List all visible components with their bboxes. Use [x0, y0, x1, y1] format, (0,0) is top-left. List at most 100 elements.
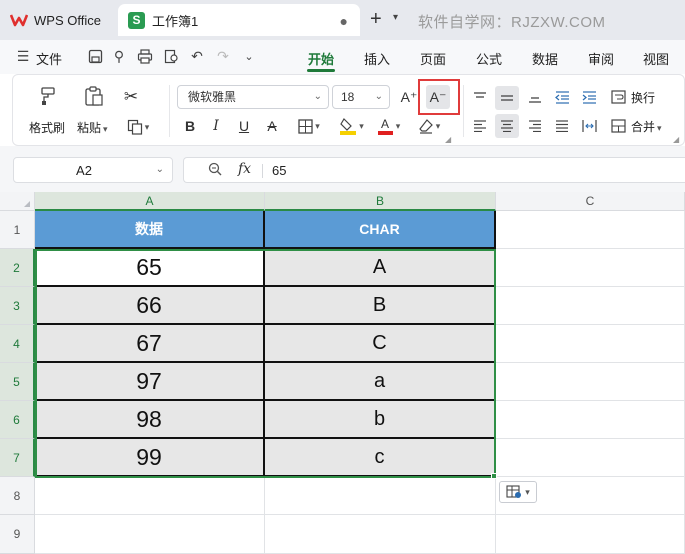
tab-formula[interactable]: 公式	[476, 49, 502, 68]
paste-icon[interactable]	[83, 85, 105, 107]
chevron-down-icon[interactable]: ▾	[393, 12, 398, 23]
column-header-b[interactable]: B	[265, 192, 496, 211]
tab-home[interactable]: 开始	[308, 49, 334, 68]
tab-view[interactable]: 视图	[643, 49, 669, 68]
tab-review[interactable]: 审阅	[588, 49, 614, 68]
merge-button[interactable]: 合并 ▾	[631, 118, 662, 135]
cell-b1-header[interactable]: CHAR	[265, 211, 496, 249]
align-right-icon[interactable]	[524, 115, 546, 137]
decrease-indent-icon[interactable]	[551, 86, 573, 108]
column-header-c[interactable]: C	[496, 192, 685, 211]
row-header-7[interactable]: 7	[0, 439, 35, 477]
cell-b6[interactable]: b	[265, 401, 496, 439]
row-header-9[interactable]: 9	[0, 515, 35, 554]
cell-b5[interactable]: a	[265, 363, 496, 401]
cell-c9[interactable]	[496, 515, 685, 554]
cell-b8[interactable]	[265, 477, 496, 515]
cell-a4[interactable]: 67	[35, 325, 265, 363]
copy-button[interactable]: ▾	[123, 117, 153, 137]
strikethrough-button[interactable]: A	[263, 116, 281, 136]
cell-b4[interactable]: C	[265, 325, 496, 363]
cell-a7[interactable]: 99	[35, 439, 265, 477]
save-icon[interactable]	[86, 47, 104, 65]
file-menu[interactable]: 文件	[36, 49, 62, 68]
preview-icon[interactable]	[162, 47, 180, 65]
row-header-8[interactable]: 8	[0, 477, 35, 515]
cell-a9[interactable]	[35, 515, 265, 554]
new-tab-button[interactable]: +	[370, 8, 382, 30]
distribute-icon[interactable]	[578, 115, 600, 137]
cell-b2[interactable]: A	[265, 249, 496, 287]
align-middle-icon[interactable]	[495, 86, 519, 110]
fill-handle[interactable]	[491, 473, 497, 479]
formula-value[interactable]: 65	[272, 163, 286, 178]
cell-b7[interactable]: c	[265, 439, 496, 477]
cell-a3[interactable]: 66	[35, 287, 265, 325]
format-painter-label[interactable]: 格式刷	[29, 119, 65, 136]
cell-a6[interactable]: 98	[35, 401, 265, 439]
cell-a5[interactable]: 97	[35, 363, 265, 401]
font-name-select[interactable]: 微软雅黑 ⌄	[177, 85, 329, 109]
format-painter-icon[interactable]	[37, 85, 59, 107]
cell-c1[interactable]	[496, 211, 685, 249]
unsaved-dot-icon[interactable]: ●	[340, 13, 348, 29]
column-header-a[interactable]: A	[35, 192, 265, 211]
tab-data[interactable]: 数据	[532, 49, 558, 68]
align-center-icon[interactable]	[495, 114, 519, 138]
cell-c5[interactable]	[496, 363, 685, 401]
row-header-2[interactable]: 2	[0, 249, 35, 287]
tab-insert[interactable]: 插入	[364, 49, 390, 68]
cut-icon[interactable]: ✂	[121, 87, 141, 107]
cell-c7[interactable]	[496, 439, 685, 477]
align-bottom-icon[interactable]	[524, 86, 546, 108]
select-all-corner[interactable]	[0, 192, 35, 211]
underline-button[interactable]: U	[235, 116, 253, 136]
print-icon[interactable]	[136, 47, 154, 65]
cell-a1-header[interactable]: 数据	[35, 211, 265, 249]
cell-a8[interactable]	[35, 477, 265, 515]
increase-indent-icon[interactable]	[578, 86, 600, 108]
paste-label[interactable]: 粘贴 ▾	[77, 119, 108, 136]
cell-a2[interactable]: 65	[35, 249, 265, 287]
formula-input-area[interactable]: fx 65	[183, 157, 685, 183]
hamburger-menu-icon[interactable]: ☰	[14, 47, 32, 65]
merge-icon[interactable]	[609, 116, 627, 136]
justify-icon[interactable]	[551, 115, 573, 137]
alignment-dialog-launcher-icon[interactable]: ◢	[673, 135, 679, 144]
grow-font-button[interactable]: A⁺	[398, 87, 420, 107]
cell-c3[interactable]	[496, 287, 685, 325]
italic-button[interactable]: I	[207, 116, 225, 136]
link-icon[interactable]: ⚲	[110, 47, 128, 65]
wrap-text-icon[interactable]	[609, 87, 627, 107]
insert-function-button[interactable]: fx	[238, 161, 251, 177]
bold-button[interactable]: B	[181, 116, 199, 136]
wps-office-tab[interactable]: WPS Office	[10, 8, 101, 32]
spreadsheet-grid[interactable]: A B C 1 2 3 4 5 6 7 8 9 数据 CHAR 65 A 66 …	[0, 192, 685, 554]
quick-analysis-button[interactable]: ▾	[499, 481, 537, 503]
clear-format-button[interactable]: ▾	[413, 115, 445, 137]
align-left-icon[interactable]	[469, 115, 491, 137]
font-dialog-launcher-icon[interactable]: ◢	[445, 135, 451, 144]
row-header-6[interactable]: 6	[0, 401, 35, 439]
cell-c6[interactable]	[496, 401, 685, 439]
tab-page[interactable]: 页面	[420, 49, 446, 68]
more-chevron-icon[interactable]: ⌄	[240, 47, 258, 65]
font-size-select[interactable]: 18 ⌄	[332, 85, 390, 109]
fill-color-button[interactable]: ▾	[335, 115, 369, 137]
row-header-5[interactable]: 5	[0, 363, 35, 401]
workbook-tab[interactable]: S 工作簿1 ●	[118, 4, 360, 36]
undo-icon[interactable]: ↶	[188, 47, 206, 65]
font-color-button[interactable]: A ▾	[373, 115, 405, 137]
cell-b3[interactable]: B	[265, 287, 496, 325]
cell-c4[interactable]	[496, 325, 685, 363]
zoom-magnifier-icon[interactable]	[208, 162, 222, 179]
row-header-4[interactable]: 4	[0, 325, 35, 363]
cell-b9[interactable]	[265, 515, 496, 554]
align-top-icon[interactable]	[469, 86, 491, 108]
border-button[interactable]: ▾	[293, 116, 325, 136]
wrap-text-label[interactable]: 换行	[631, 89, 655, 106]
cell-c2[interactable]	[496, 249, 685, 287]
name-box[interactable]: A2 ⌄	[13, 157, 173, 183]
row-header-3[interactable]: 3	[0, 287, 35, 325]
redo-icon[interactable]: ↷	[214, 47, 232, 65]
